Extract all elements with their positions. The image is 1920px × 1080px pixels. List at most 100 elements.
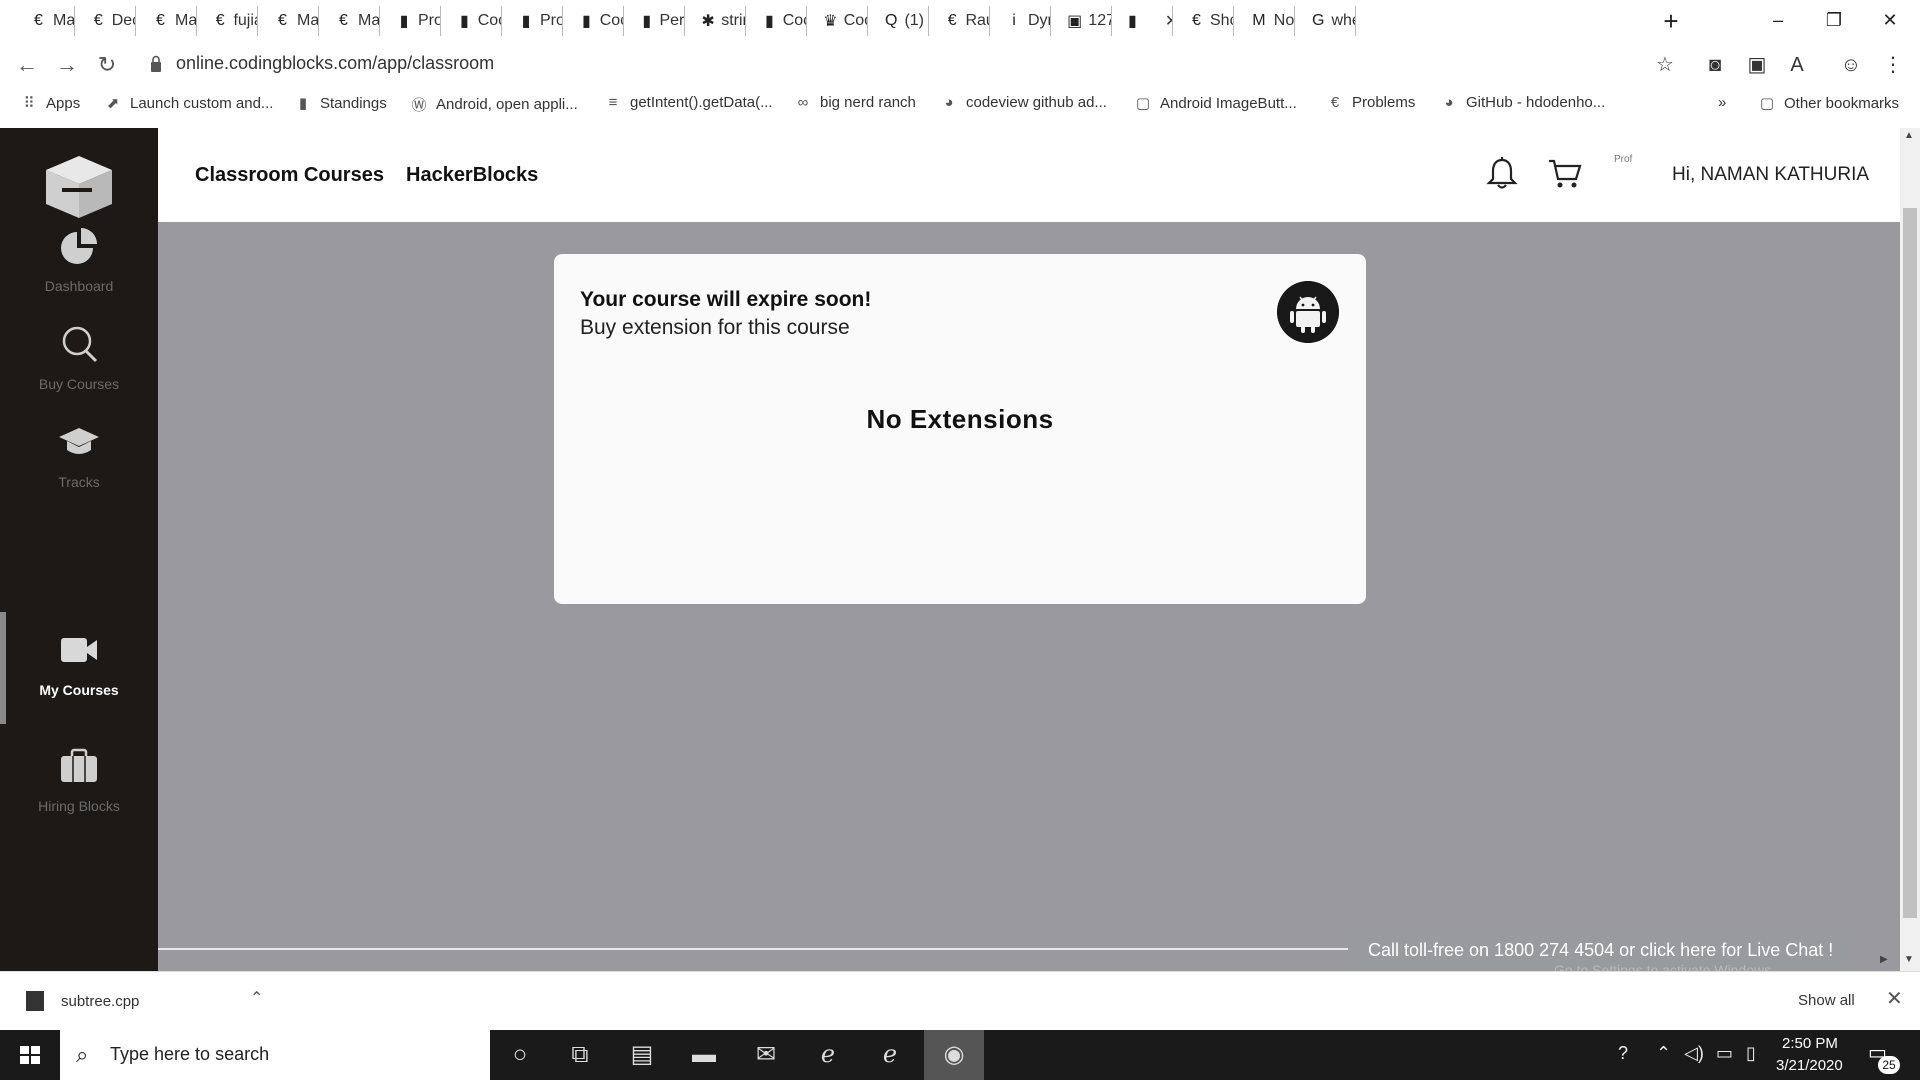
user-greeting[interactable]: Hi, NAMAN KATHURIA xyxy=(1672,164,1869,186)
battery-icon[interactable]: ▯ xyxy=(1746,1043,1756,1064)
restore-button[interactable]: ❐ xyxy=(1806,0,1862,40)
nav-link-hackerblocks[interactable]: HackerBlocks xyxy=(406,164,538,187)
active-tab-icon: ▮ xyxy=(1128,13,1137,30)
windows-start-icon[interactable] xyxy=(0,1030,60,1080)
cortana-icon[interactable]: ○ xyxy=(490,1030,550,1080)
browser-tab[interactable]: ✱ strin xyxy=(685,6,746,36)
volume-icon[interactable]: ◁) xyxy=(1684,1043,1704,1064)
bell-icon[interactable] xyxy=(1486,156,1518,190)
coding-blocks-icon: € xyxy=(156,12,165,29)
browser-tab[interactable]: ▮ Pers xyxy=(624,6,685,36)
browser-tab[interactable]: ▮ Coc xyxy=(746,6,807,36)
browser-tab[interactable]: ▮ Pro xyxy=(380,6,441,36)
forward-button[interactable]: → xyxy=(52,50,82,80)
browser-tab[interactable]: € Ma xyxy=(136,6,197,36)
scrollbar-thumb[interactable] xyxy=(1903,208,1917,918)
network-icon[interactable]: ▭ xyxy=(1716,1043,1733,1064)
browser-tab[interactable]: € Dec xyxy=(75,6,136,36)
chrome-icon[interactable]: ◉ xyxy=(924,1030,984,1080)
browser-menu-icon[interactable]: ⋮ xyxy=(1880,52,1906,78)
sidebar-item-hiring-blocks[interactable]: Hiring Blocks xyxy=(0,746,158,858)
bookmark-item[interactable]: ≡ getIntent().getData(... xyxy=(604,94,773,111)
sidebar-item-dashboard[interactable]: Dashboard xyxy=(0,226,158,338)
browser-toolbar: ← → ↻ online.codingblocks.com/app/classr… xyxy=(0,42,1920,88)
bookmark-label: Launch custom and... xyxy=(130,94,274,112)
bar-chart-icon: ▮ xyxy=(298,95,308,112)
coding-blocks-logo[interactable] xyxy=(44,154,114,220)
cart-icon[interactable] xyxy=(1548,158,1582,190)
scroll-up-arrow[interactable]: ▲ xyxy=(1904,130,1914,141)
taskbar-search-box[interactable]: ⌕ Type here to search xyxy=(60,1030,490,1080)
lock-icon[interactable] xyxy=(150,55,162,73)
store-icon[interactable]: ▤ xyxy=(612,1030,672,1080)
mail-icon[interactable]: ✉ xyxy=(736,1030,796,1080)
reload-button[interactable]: ↻ xyxy=(92,50,122,80)
browser-tab[interactable]: ♛ Coc xyxy=(807,6,868,36)
chevron-up-icon[interactable]: ⌃ xyxy=(250,988,263,1008)
browser-tab[interactable]: Q (1) ( xyxy=(868,6,929,36)
browser-tab[interactable]: i Dyr xyxy=(990,6,1051,36)
sidebar-item-tracks[interactable]: Tracks xyxy=(0,422,158,534)
other-bookmarks-folder[interactable]: ▢ Other bookmarks xyxy=(1758,94,1899,113)
task-view-icon[interactable]: ⧉ xyxy=(550,1030,610,1080)
browser-tab[interactable]: € Ma xyxy=(258,6,319,36)
back-button[interactable]: ← xyxy=(12,50,42,80)
avatar[interactable]: Prof xyxy=(1614,154,1654,194)
bookmark-item[interactable]: Ⓦ Android, open appli... xyxy=(410,94,577,115)
scroll-right-arrow[interactable]: ▶ xyxy=(1880,954,1888,965)
browser-tab[interactable]: € Rau xyxy=(929,6,990,36)
browser-tab[interactable]: ▣ 127 xyxy=(1051,6,1112,36)
extension-icon[interactable]: ◙ xyxy=(1702,52,1728,78)
file-explorer-icon[interactable]: ▬ xyxy=(674,1030,734,1080)
browser-tab[interactable]: € Ma xyxy=(14,6,75,36)
browser-tab[interactable]: € Ma xyxy=(319,6,380,36)
apps-grid-icon: ⠿ xyxy=(23,95,35,112)
help-icon[interactable]: ? xyxy=(1618,1043,1628,1064)
sidebar-item-buy-courses[interactable]: Buy Courses xyxy=(0,324,158,436)
close-icon[interactable]: ✕ xyxy=(1886,986,1903,1011)
close-window-button[interactable]: ✕ xyxy=(1862,0,1918,40)
browser-tab[interactable]: ▮✕ xyxy=(1112,6,1173,36)
browser-tab[interactable]: € Shc xyxy=(1173,6,1234,36)
browser-tab[interactable]: € fujia xyxy=(197,6,258,36)
sidebar-item-my-courses[interactable]: My Courses xyxy=(0,630,158,742)
browser-tab[interactable]: ▮ Coc xyxy=(563,6,624,36)
bookmark-item[interactable]: € Problems xyxy=(1326,94,1416,111)
minimize-button[interactable]: – xyxy=(1750,0,1806,40)
internet-explorer-icon[interactable]: ℯ xyxy=(798,1030,858,1080)
divider xyxy=(158,948,1348,950)
translate-icon[interactable]: A xyxy=(1784,52,1810,78)
pocket-icon[interactable]: ▣ xyxy=(1744,52,1770,78)
scroll-down-arrow[interactable]: ▼ xyxy=(1904,954,1914,965)
clock-time[interactable]: 2:50 PM xyxy=(1782,1035,1838,1052)
address-bar-url[interactable]: online.codingblocks.com/app/classroom xyxy=(176,53,494,74)
browser-tab[interactable]: ▮ Pro xyxy=(502,6,563,36)
file-icon[interactable] xyxy=(26,991,44,1011)
download-filename[interactable]: subtree.cpp xyxy=(61,993,139,1010)
gmail-icon: M xyxy=(1252,12,1266,29)
bookmark-item[interactable]: ◕ GitHub - hdodenho... xyxy=(1440,94,1605,111)
browser-tab[interactable]: M No xyxy=(1234,6,1295,36)
bookmark-item[interactable]: ⬈ Launch custom and... xyxy=(104,94,274,113)
show-all-downloads-link[interactable]: Show all xyxy=(1798,992,1855,1009)
profile-avatar-icon[interactable]: ☺ xyxy=(1838,52,1864,78)
clock-date[interactable]: 3/21/2020 xyxy=(1776,1057,1843,1074)
bar-chart-icon: ▮ xyxy=(764,13,774,30)
vertical-scrollbar[interactable]: ▲ ▼ xyxy=(1900,128,1920,971)
bookmark-item[interactable]: ⠿ Apps xyxy=(20,94,81,113)
new-tab-button[interactable]: + xyxy=(1656,6,1686,36)
browser-tab-label: Rau xyxy=(965,12,989,29)
bookmark-item[interactable]: ▮ Standings xyxy=(294,94,387,113)
browser-tab[interactable]: ▮ Coc xyxy=(441,6,502,36)
bookmarks-overflow-button[interactable]: » xyxy=(1718,94,1726,111)
browser-tab[interactable]: Gwhe xyxy=(1295,6,1356,36)
bookmark-item[interactable]: ◕ codeview github ad... xyxy=(940,94,1106,111)
close-tab-icon[interactable]: ✕ xyxy=(1165,11,1172,31)
bookmark-label: Apps xyxy=(46,94,81,112)
chevron-up-icon[interactable]: ⌃ xyxy=(1656,1043,1671,1064)
edge-icon[interactable]: ℯ xyxy=(860,1030,920,1080)
bookmark-star-icon[interactable]: ☆ xyxy=(1652,52,1678,78)
bookmark-item[interactable]: ∞ big nerd ranch xyxy=(794,94,916,111)
nav-link-classroom-courses[interactable]: Classroom Courses xyxy=(195,164,384,187)
bookmark-item[interactable]: ▢ Android ImageButt... xyxy=(1134,94,1297,113)
